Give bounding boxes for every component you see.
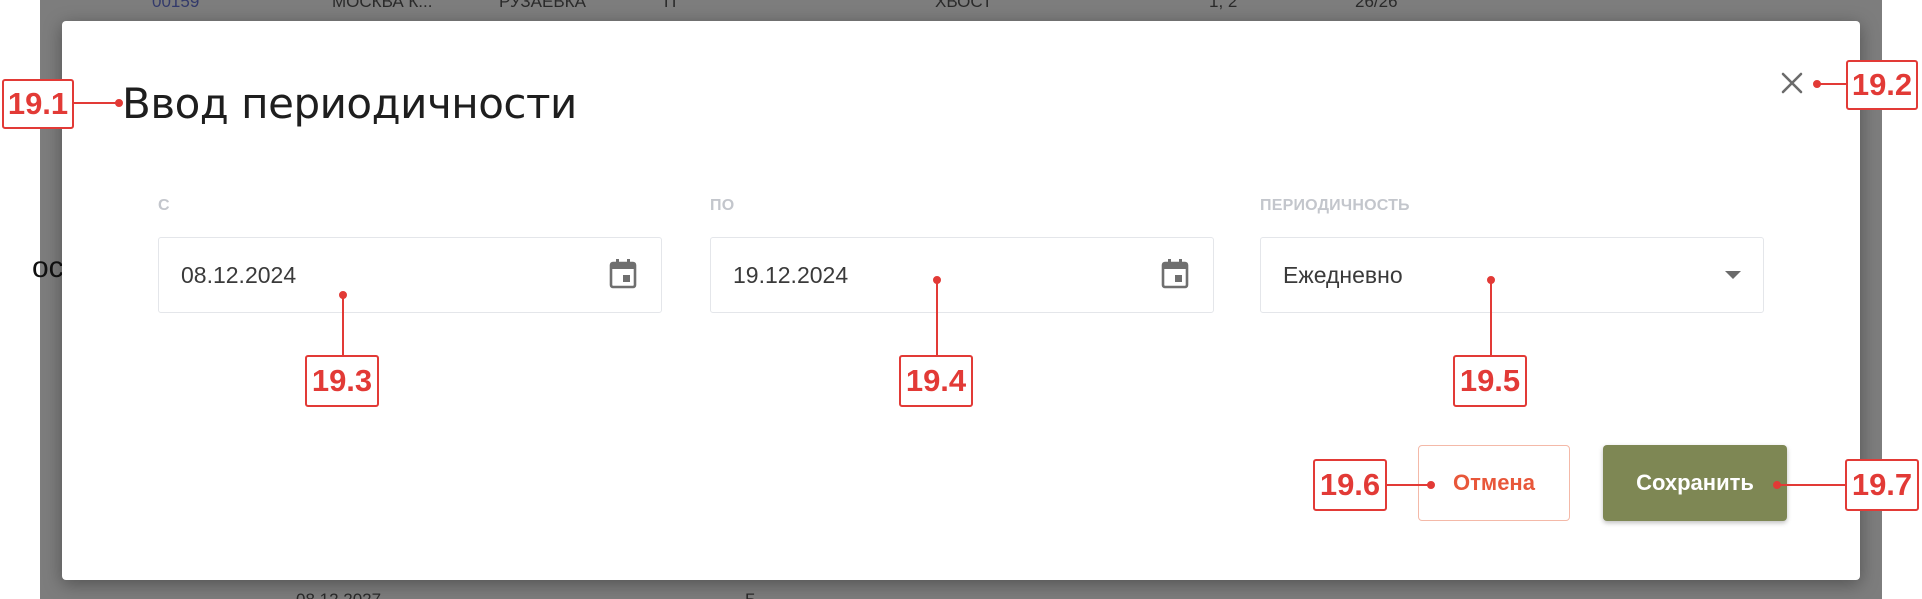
date-to-value: 19.12.2024: [733, 262, 849, 288]
calendar-icon[interactable]: [1159, 257, 1191, 291]
background-cell: П: [664, 0, 677, 11]
dialog-title: Ввод периодичности: [122, 79, 577, 128]
background-cell: РУЗАЕВКА: [499, 0, 586, 11]
callout-19-6: 19.6: [1313, 459, 1387, 511]
periodicity-select[interactable]: Ежедневно: [1260, 237, 1764, 313]
background-cell: ХВОСТ: [935, 0, 993, 11]
background-cell: 00159: [152, 0, 200, 11]
cancel-button[interactable]: Отмена: [1418, 445, 1570, 521]
date-from-label: С: [158, 197, 170, 214]
periodicity-dialog: Ввод периодичности С 08.12.2024 ПО 19.12…: [62, 21, 1860, 580]
close-icon[interactable]: [1775, 66, 1809, 100]
callout-19-2: 19.2: [1846, 60, 1918, 110]
callout-19-1: 19.1: [2, 79, 74, 129]
save-button[interactable]: Сохранить: [1603, 445, 1787, 521]
date-from-input[interactable]: 08.12.2024: [158, 237, 662, 313]
callout-19-4: 19.4: [899, 355, 973, 407]
background-cell: 08.12.2027: [296, 590, 381, 599]
background-cell: МОСКВА К...: [332, 0, 433, 11]
callout-19-7: 19.7: [1845, 459, 1919, 511]
callout-19-5: 19.5: [1453, 355, 1527, 407]
callout-19-3: 19.3: [305, 355, 379, 407]
background-cell: Б: [745, 590, 756, 599]
periodicity-label: ПЕРИОДИЧНОСТЬ: [1260, 197, 1410, 214]
periodicity-value: Ежедневно: [1283, 262, 1403, 288]
date-to-label: ПО: [710, 197, 735, 214]
background-cell: 26/26: [1355, 0, 1398, 11]
calendar-icon[interactable]: [607, 257, 639, 291]
background-cell: 1, 2: [1209, 0, 1238, 11]
background-fragment: ос: [32, 251, 64, 284]
date-to-input[interactable]: 19.12.2024: [710, 237, 1214, 313]
dropdown-arrow-icon[interactable]: [1723, 268, 1743, 282]
date-from-value: 08.12.2024: [181, 262, 297, 288]
